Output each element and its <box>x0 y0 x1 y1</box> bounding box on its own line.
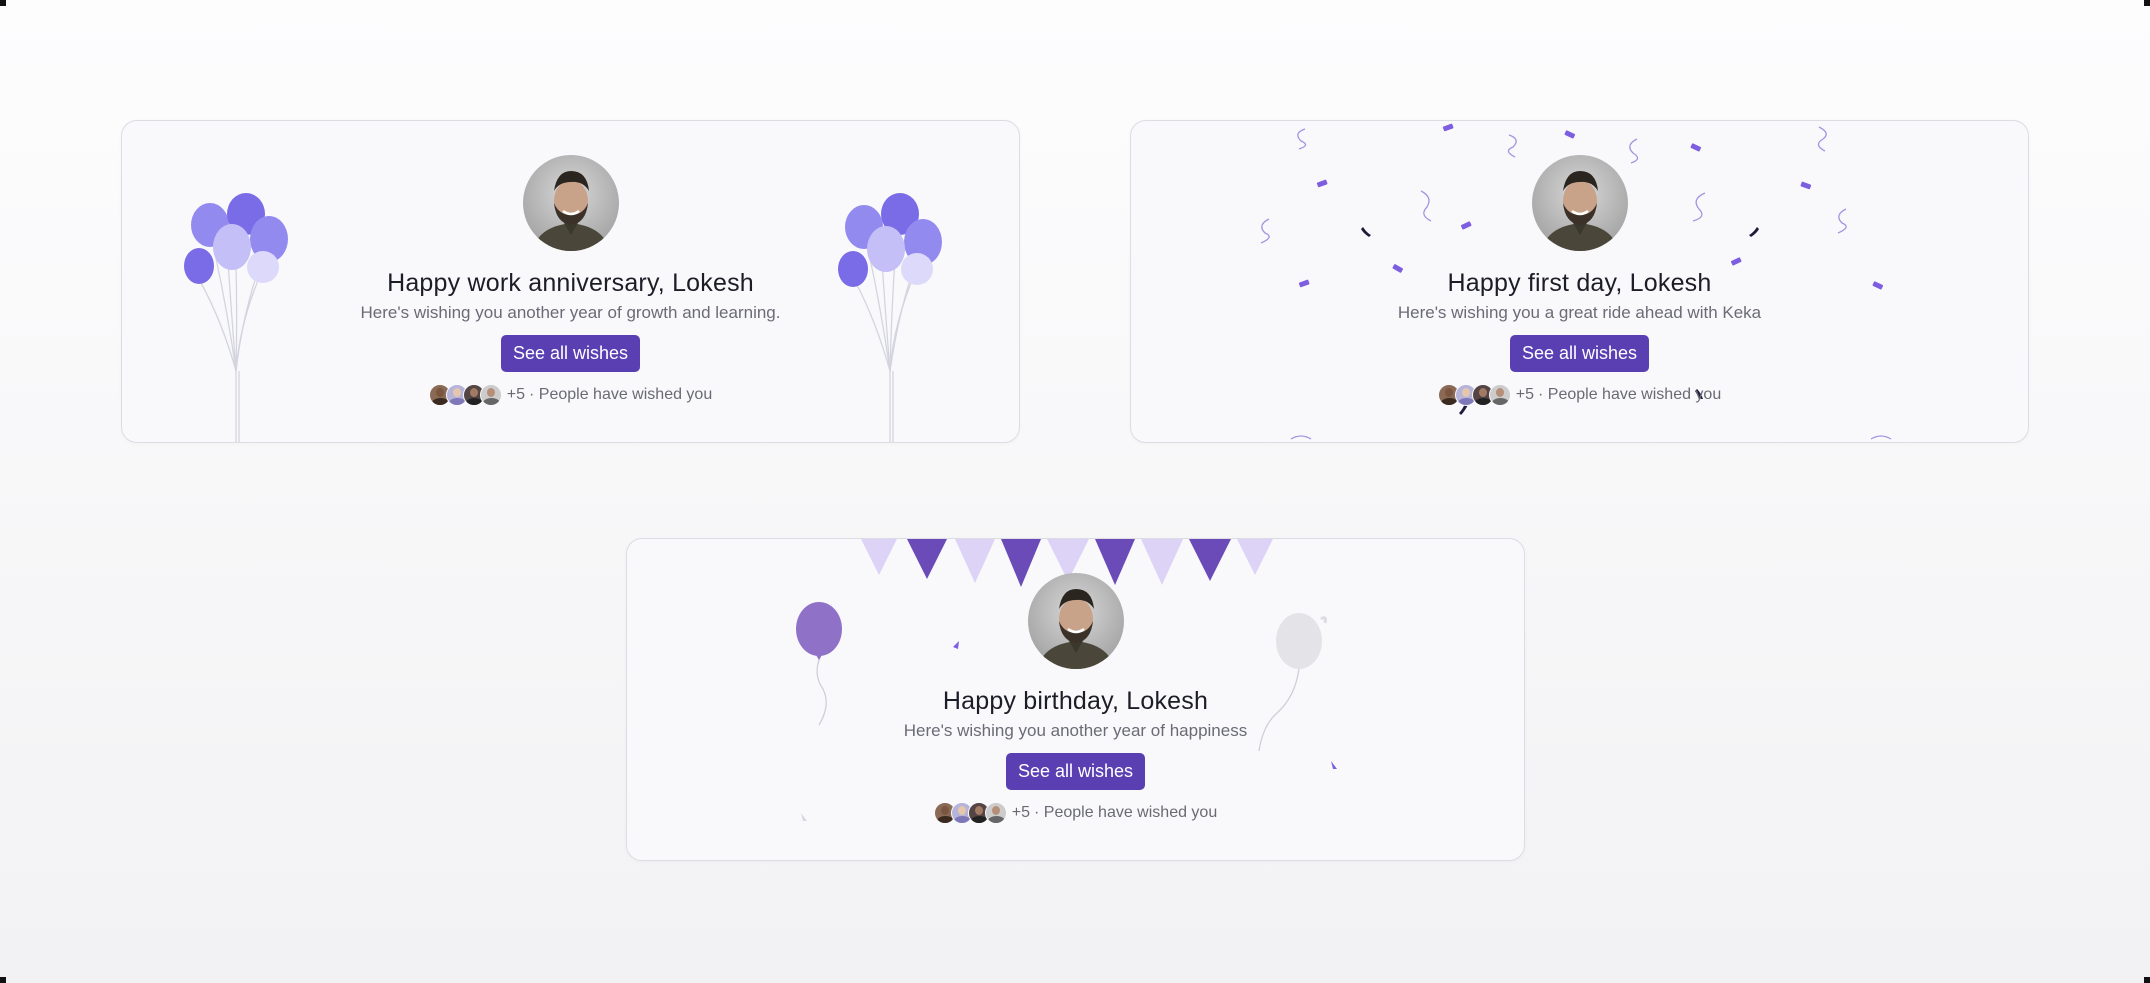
wish-text: · People have wished you <box>1538 386 1722 403</box>
wisher-avatar <box>479 384 502 406</box>
see-all-wishes-button[interactable]: See all wishes <box>1005 753 1146 790</box>
wish-count: +5 <box>506 386 525 403</box>
card-title: Happy birthday, Lokesh <box>942 687 1209 715</box>
card-subtitle: Here's wishing you a great ride ahead wi… <box>1397 303 1762 322</box>
wishers-row[interactable]: +5 · People have wished you <box>1437 383 1722 407</box>
corner-mark-top-right <box>2144 0 2150 6</box>
profile-photo-avatar <box>522 155 619 251</box>
birthday-content: Happy birthday, Lokesh Here's wishing yo… <box>627 539 1524 825</box>
wish-text: · People have wished you <box>529 386 713 403</box>
wisher-avatar <box>1488 384 1511 406</box>
card-subtitle: Here's wishing you another year of happi… <box>903 721 1248 740</box>
wishers-row[interactable]: +5 · People have wished you <box>933 801 1218 825</box>
wisher-avatar <box>984 802 1007 824</box>
wish-count: +5 <box>1011 804 1030 821</box>
work-anniversary-card: Happy work anniversary, Lokesh Here's wi… <box>121 120 1020 443</box>
wisher-avatars <box>933 802 1007 824</box>
first-day-content: Happy first day, Lokesh Here's wishing y… <box>1131 121 2028 407</box>
see-all-wishes-button[interactable]: See all wishes <box>500 335 641 372</box>
wish-count: +5 <box>1515 386 1534 403</box>
profile-photo-avatar <box>1531 155 1628 251</box>
corner-mark-bottom-right <box>2144 977 2150 983</box>
wisher-avatars <box>1437 384 1511 406</box>
corner-mark-top-left <box>0 0 6 6</box>
first-day-card: Happy first day, Lokesh Here's wishing y… <box>1130 120 2029 443</box>
corner-mark-bottom-left <box>0 977 6 983</box>
wisher-avatars <box>428 384 502 406</box>
card-title: Happy first day, Lokesh <box>1447 269 1712 297</box>
profile-photo-avatar <box>1027 573 1124 669</box>
anniversary-content: Happy work anniversary, Lokesh Here's wi… <box>122 121 1019 407</box>
birthday-card: Happy birthday, Lokesh Here's wishing yo… <box>626 538 1525 861</box>
see-all-wishes-button[interactable]: See all wishes <box>1509 335 1650 372</box>
card-subtitle: Here's wishing you another year of growt… <box>360 303 781 322</box>
wish-text: · People have wished you <box>1034 804 1218 821</box>
wishers-row[interactable]: +5 · People have wished you <box>428 383 713 407</box>
card-title: Happy work anniversary, Lokesh <box>387 269 754 297</box>
